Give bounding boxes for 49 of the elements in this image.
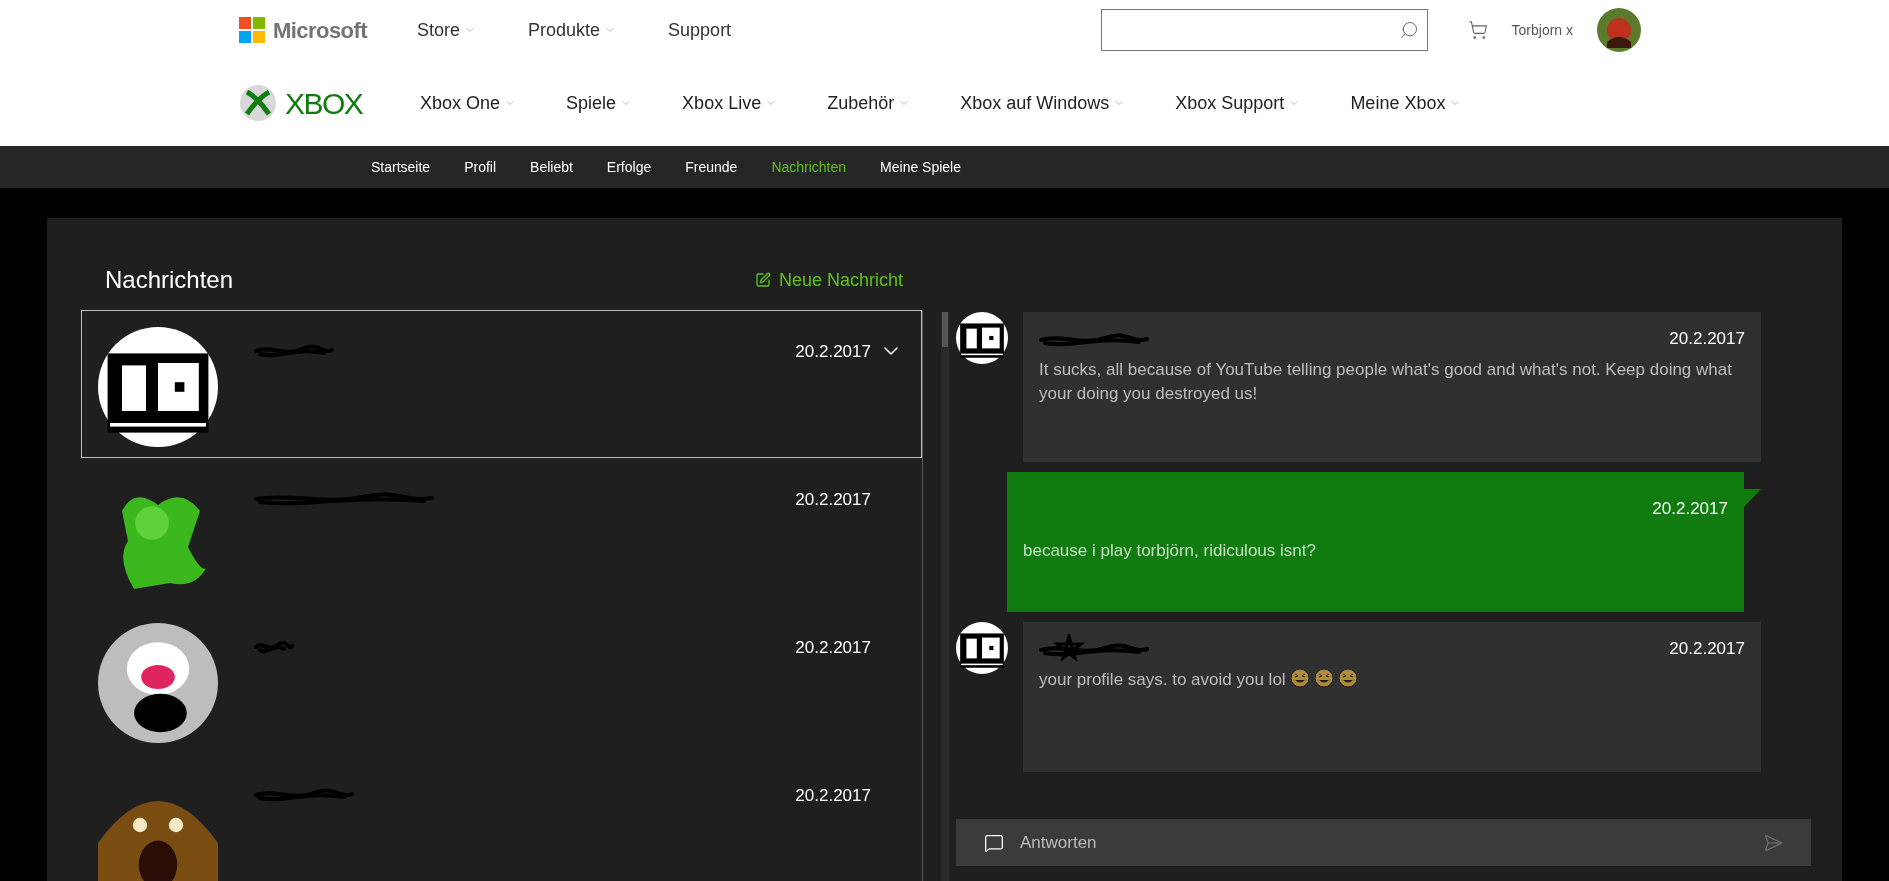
conversation-item[interactable]: 20.2.2017 <box>81 458 922 606</box>
conversation-item[interactable]: 20.2.2017 <box>81 310 922 458</box>
brand-name: Microsoft <box>273 16 368 45</box>
nav-link[interactable]: Spiele <box>566 89 633 117</box>
sub-nav-tab[interactable]: Profil <box>464 156 497 178</box>
laughing-emoji-icon <box>1313 668 1334 688</box>
sub-nav-tab[interactable]: Startseite <box>371 156 431 178</box>
message-text: because i play torbjörn, ridiculous isnt? <box>1023 539 1317 562</box>
message-date: 20.2.2017 <box>1669 328 1745 351</box>
laughing-emoji-icon <box>1337 668 1358 688</box>
speech-bubble-icon <box>984 832 1004 853</box>
nav-link[interactable]: Meine Xbox <box>1350 89 1462 117</box>
nav-link[interactable]: Xbox Support <box>1175 89 1301 117</box>
sub-nav-tab[interactable]: Beliebt <box>530 156 573 178</box>
nav-link[interactable]: Support <box>668 16 732 44</box>
sub-nav-tab[interactable]: Meine Spiele <box>880 156 961 178</box>
conversation-date: 20.2.2017 <box>795 489 871 511</box>
cart-icon[interactable] <box>1467 20 1488 40</box>
sub-nav-tab[interactable]: Nachrichten <box>771 156 847 178</box>
send-icon[interactable] <box>1763 832 1783 853</box>
message-date: 20.2.2017 <box>1652 498 1728 520</box>
message-date: 20.2.2017 <box>1669 638 1745 661</box>
nav-link[interactable]: Zubehör <box>827 89 911 117</box>
message-text: It sucks, all because of YouTube telling people what's good and what's not. Keep doing what your doing you destroyed us! <box>1039 359 1733 405</box>
avatar <box>956 622 1008 674</box>
conversation-date: 20.2.2017 <box>795 785 871 807</box>
new-message-link[interactable]: Neue Nachricht <box>754 266 903 294</box>
laughing-emoji-icon <box>1289 668 1310 688</box>
conversation-date: 20.2.2017 <box>795 637 871 659</box>
user-name[interactable]: Torbjorn x <box>1511 19 1573 41</box>
nav-link[interactable]: Xbox auf Windows <box>960 89 1126 117</box>
nav-link[interactable]: Store <box>417 16 477 44</box>
panel-title: Nachrichten <box>105 265 234 295</box>
conversation-item[interactable]: 20.2.2017 <box>81 606 922 754</box>
avatar <box>956 312 1008 364</box>
message-text: your profile says. to avoid you lol <box>1039 668 1745 692</box>
scrollbar[interactable] <box>941 312 949 881</box>
microsoft-logo-icon <box>239 17 265 43</box>
sub-nav-tab[interactable]: Erfolge <box>606 156 652 178</box>
xbox-brand: XBOX <box>285 85 363 122</box>
nav-link[interactable]: Xbox Live <box>682 89 778 117</box>
user-avatar[interactable] <box>1597 8 1641 52</box>
sub-nav-tab[interactable]: Freunde <box>685 156 738 178</box>
nav-link[interactable]: Xbox One <box>420 89 517 117</box>
conversation-date: 20.2.2017 <box>795 341 871 363</box>
nav-link[interactable]: Produkte <box>528 16 617 44</box>
conversation-item[interactable]: 20.2.2017 <box>81 754 922 881</box>
compose-icon <box>754 272 771 288</box>
xbox-logo-icon <box>239 84 277 122</box>
